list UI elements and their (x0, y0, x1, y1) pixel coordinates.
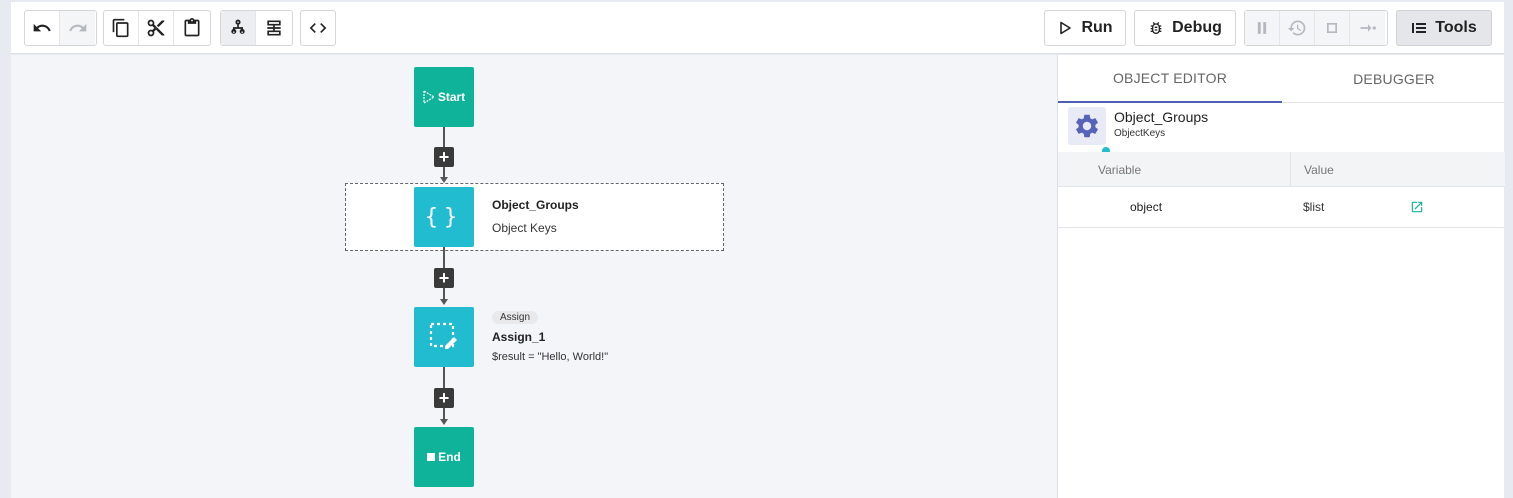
variable-name: object (1130, 200, 1163, 214)
stop-icon (1327, 23, 1337, 33)
debug-label: Debug (1172, 19, 1222, 36)
tools-icon (1412, 23, 1427, 33)
history-group (24, 10, 97, 46)
external-link-icon[interactable] (1410, 200, 1424, 214)
object-header: Object_Groups ObjectKeys (1058, 104, 1505, 156)
tools-button[interactable]: Tools (1396, 10, 1492, 46)
toolbar: Run Debug Tools (11, 2, 1504, 54)
play-start-icon (423, 90, 435, 104)
debug-controls-group (1244, 10, 1388, 46)
variable-value[interactable]: $list (1303, 200, 1324, 214)
node-subtitle: $result = "Hello, World!" (492, 351, 609, 363)
debug-button[interactable]: Debug (1134, 10, 1236, 46)
start-node[interactable]: Start (414, 67, 474, 127)
connector-arrow (440, 419, 448, 425)
run-button[interactable]: Run (1044, 10, 1126, 46)
step-over-button[interactable] (1350, 11, 1385, 45)
step-back-icon (1287, 20, 1306, 36)
code-group (300, 10, 336, 46)
code-view-button[interactable] (301, 11, 335, 45)
stop-button[interactable] (1315, 11, 1350, 45)
add-step-button[interactable]: + (434, 388, 454, 408)
panel-tabs: OBJECT EDITOR DEBUGGER (1058, 55, 1505, 103)
node-type-tag: Assign (492, 311, 539, 324)
bug-icon (1150, 22, 1162, 34)
stack-layout-button[interactable] (256, 11, 291, 45)
object-name: Object_Groups (1114, 109, 1209, 125)
undo-button[interactable] (25, 11, 60, 45)
gear-icon (1076, 114, 1098, 138)
object-type-badge (1068, 107, 1106, 145)
right-panel: OBJECT EDITOR DEBUGGER Object_Groups Obj… (1057, 55, 1505, 498)
column-header-variable: Variable (1098, 163, 1142, 177)
node-title: Object_Groups (492, 198, 579, 212)
add-step-button[interactable]: + (434, 147, 454, 167)
object-type: ObjectKeys (1114, 128, 1166, 139)
code-icon (309, 23, 327, 33)
start-label: Start (437, 90, 466, 104)
clipboard-group (103, 10, 211, 46)
add-step-button[interactable]: + (434, 268, 454, 288)
table-row: object $list (1058, 187, 1505, 228)
tab-object-editor[interactable]: OBJECT EDITOR (1058, 55, 1282, 103)
connector-arrow (440, 299, 448, 305)
tab-debugger[interactable]: DEBUGGER (1282, 55, 1506, 103)
paste-button[interactable] (174, 11, 209, 45)
paste-icon (184, 18, 199, 37)
node-subtitle: Object Keys (492, 221, 557, 235)
selected-node-frame[interactable] (345, 183, 724, 251)
pause-icon (1257, 22, 1267, 34)
column-divider (1290, 152, 1291, 187)
redo-button[interactable] (60, 11, 95, 45)
end-node[interactable]: End (414, 427, 474, 487)
tree-layout-icon (231, 19, 245, 34)
pause-button[interactable] (1245, 11, 1280, 45)
play-icon (1060, 21, 1072, 35)
braces-icon: {} (424, 204, 464, 230)
flow-canvas[interactable]: Start + {} Object_Groups Object Keys + A… (11, 55, 1057, 498)
stop-square-icon (427, 453, 436, 461)
cut-button[interactable] (139, 11, 174, 45)
node-title: Assign_1 (492, 330, 546, 344)
end-label: End (438, 450, 461, 464)
layout-group (220, 10, 293, 46)
copy-icon (112, 18, 129, 38)
copy-button[interactable] (104, 11, 139, 45)
column-header-value: Value (1304, 163, 1334, 177)
step-back-button[interactable] (1280, 11, 1315, 45)
assign-edit-icon (429, 322, 457, 349)
undo-icon (33, 23, 51, 32)
step-over-icon (1360, 24, 1376, 32)
cut-icon (147, 19, 165, 37)
tree-layout-button[interactable] (221, 11, 256, 45)
redo-icon (68, 23, 86, 32)
run-label: Run (1081, 19, 1113, 36)
table-header: Variable Value (1058, 152, 1505, 187)
tools-label: Tools (1435, 19, 1477, 36)
stack-layout-icon (266, 20, 281, 36)
object-groups-node[interactable]: {} (414, 187, 474, 247)
assign-node[interactable] (414, 307, 474, 367)
